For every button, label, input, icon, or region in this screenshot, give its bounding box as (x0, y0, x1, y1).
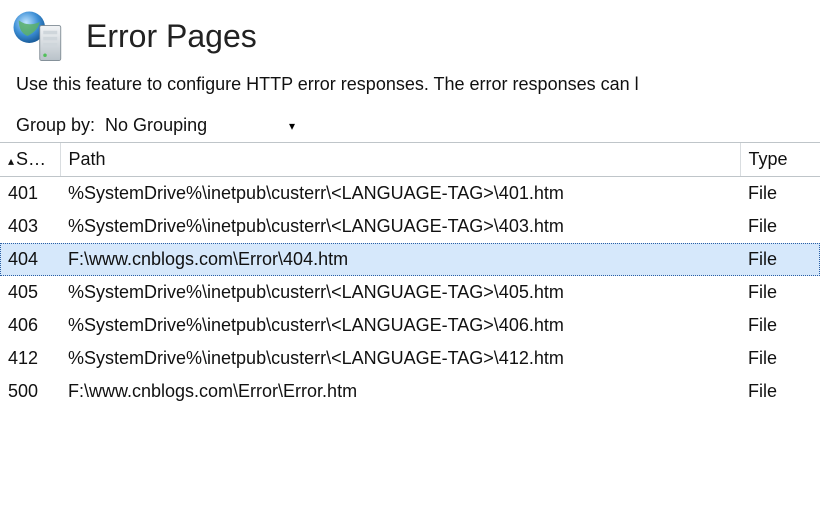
cell-path: F:\www.cnblogs.com\Error\404.htm (60, 243, 740, 276)
column-header-path-label: Path (69, 149, 106, 169)
group-by-row: Group by: No Grouping ▾ (0, 109, 820, 142)
cell-status: 401 (0, 177, 60, 211)
group-by-value: No Grouping (105, 115, 285, 136)
cell-status: 412 (0, 342, 60, 375)
table-row[interactable]: 500F:\www.cnblogs.com\Error\Error.htmFil… (0, 375, 820, 408)
cell-path: %SystemDrive%\inetpub\custerr\<LANGUAGE-… (60, 177, 740, 211)
sort-asc-icon: ▴ (8, 154, 14, 168)
cell-type: File (740, 210, 820, 243)
table-row[interactable]: 403%SystemDrive%\inetpub\custerr\<LANGUA… (0, 210, 820, 243)
column-header-status[interactable]: ▴S… (0, 143, 60, 177)
cell-status: 404 (0, 243, 60, 276)
table-row[interactable]: 405%SystemDrive%\inetpub\custerr\<LANGUA… (0, 276, 820, 309)
cell-path: %SystemDrive%\inetpub\custerr\<LANGUAGE-… (60, 309, 740, 342)
table-row[interactable]: 406%SystemDrive%\inetpub\custerr\<LANGUA… (0, 309, 820, 342)
column-header-type[interactable]: Type (740, 143, 820, 177)
group-by-label: Group by: (16, 115, 95, 136)
cell-type: File (740, 276, 820, 309)
error-pages-icon (10, 8, 66, 64)
cell-status: 500 (0, 375, 60, 408)
table-row[interactable]: 404F:\www.cnblogs.com\Error\404.htmFile (0, 243, 820, 276)
page-description: Use this feature to configure HTTP error… (0, 74, 820, 109)
column-header-type-label: Type (749, 149, 788, 169)
cell-path: %SystemDrive%\inetpub\custerr\<LANGUAGE-… (60, 210, 740, 243)
column-header-path[interactable]: Path (60, 143, 740, 177)
chevron-down-icon: ▾ (289, 119, 295, 133)
table-header: ▴S… Path Type (0, 143, 820, 177)
cell-type: File (740, 375, 820, 408)
error-pages-table[interactable]: ▴S… Path Type 401%SystemDrive%\inetpub\c… (0, 142, 820, 408)
cell-type: File (740, 309, 820, 342)
cell-status: 405 (0, 276, 60, 309)
page-header: Error Pages (0, 0, 820, 74)
group-by-dropdown[interactable]: No Grouping ▾ (105, 115, 295, 136)
table-row[interactable]: 412%SystemDrive%\inetpub\custerr\<LANGUA… (0, 342, 820, 375)
cell-path: F:\www.cnblogs.com\Error\Error.htm (60, 375, 740, 408)
page-title: Error Pages (86, 18, 257, 55)
cell-path: %SystemDrive%\inetpub\custerr\<LANGUAGE-… (60, 276, 740, 309)
table-body: 401%SystemDrive%\inetpub\custerr\<LANGUA… (0, 177, 820, 409)
cell-status: 406 (0, 309, 60, 342)
cell-path: %SystemDrive%\inetpub\custerr\<LANGUAGE-… (60, 342, 740, 375)
cell-type: File (740, 243, 820, 276)
column-header-status-label: S… (16, 149, 46, 169)
cell-type: File (740, 342, 820, 375)
cell-status: 403 (0, 210, 60, 243)
table-row[interactable]: 401%SystemDrive%\inetpub\custerr\<LANGUA… (0, 177, 820, 211)
cell-type: File (740, 177, 820, 211)
